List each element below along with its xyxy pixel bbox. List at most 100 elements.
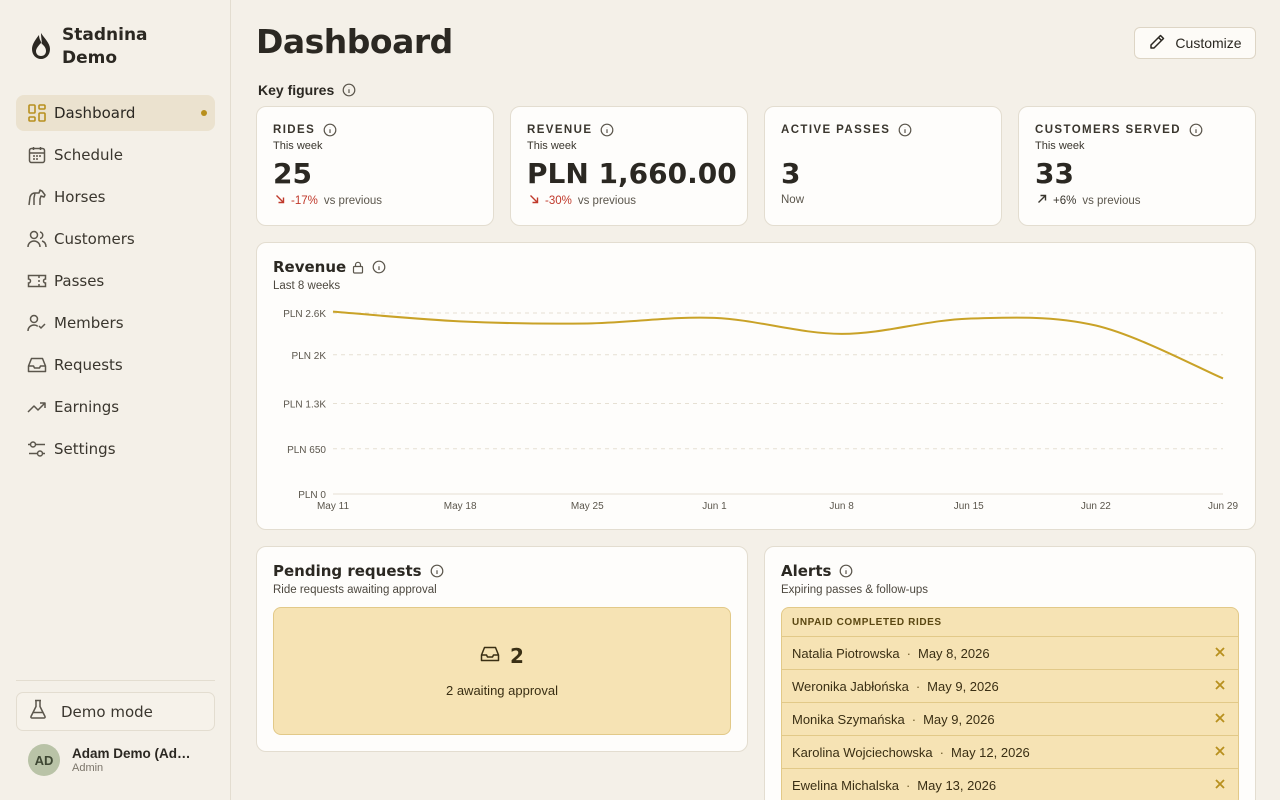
kpi-title: REVENUE — [527, 123, 614, 137]
info-icon[interactable] — [1189, 123, 1203, 137]
sidebar-item-label: Earnings — [54, 398, 120, 416]
alert-row[interactable]: Karolina Wojciechowska · May 12, 2026 — [782, 735, 1238, 768]
sidebar-item-earnings[interactable]: Earnings — [16, 389, 215, 425]
user-name: Adam Demo (Admin) — [72, 746, 196, 761]
customize-button[interactable]: Customize — [1134, 27, 1256, 59]
kpi-value: 3 — [781, 157, 801, 190]
dismiss-x-icon[interactable] — [1214, 712, 1226, 727]
pending-requests-card: Pending requests Ride requests awaiting … — [256, 546, 748, 752]
kpi-delta-value: -17% — [291, 194, 318, 207]
user-profile[interactable]: AD Adam Demo (Admin) Admin — [28, 744, 196, 776]
info-icon[interactable] — [323, 123, 337, 137]
dismiss-x-icon[interactable] — [1214, 745, 1226, 760]
unpaid-rides-alert: UNPAID COMPLETED RIDES Natalia Piotrowsk… — [781, 607, 1239, 800]
y-tick-label: PLN 2K — [292, 351, 327, 362]
kpi-title: ACTIVE PASSES — [781, 123, 912, 137]
ticket-icon — [27, 271, 47, 291]
flask-icon — [29, 699, 47, 724]
sidebar-divider — [16, 680, 215, 681]
x-tick-label: May 25 — [571, 501, 604, 512]
kpi-value: 33 — [1035, 157, 1074, 190]
inbox-icon — [480, 644, 500, 668]
info-icon[interactable] — [430, 564, 444, 578]
pending-requests-summary[interactable]: 2 2 awaiting approval — [273, 607, 731, 735]
sidebar-item-members[interactable]: Members — [16, 305, 215, 341]
alert-date: May 9, 2026 — [927, 678, 999, 694]
sidebar-item-settings[interactable]: Settings — [16, 431, 215, 467]
pending-requests-title: Pending requests — [273, 562, 444, 580]
brand[interactable]: Stadnina Demo — [30, 24, 172, 70]
sidebar-item-horses[interactable]: Horses — [16, 179, 215, 215]
alert-row[interactable]: Weronika Jabłońska · May 9, 2026 — [782, 669, 1238, 702]
active-indicator-dot — [201, 110, 207, 116]
sidebar-item-label: Customers — [54, 230, 135, 248]
separator-dot: · — [939, 744, 945, 760]
revenue-series-line — [332, 310, 1224, 380]
kpi-title-text: CUSTOMERS SERVED — [1035, 124, 1181, 136]
separator-dot: · — [911, 711, 917, 727]
info-icon[interactable] — [898, 123, 912, 137]
sidebar-item-label: Dashboard — [54, 104, 136, 122]
alert-date: May 8, 2026 — [918, 645, 990, 661]
alert-date: May 9, 2026 — [923, 711, 995, 727]
pending-title-text: Pending requests — [273, 562, 422, 580]
kpi-period: This week — [273, 140, 323, 152]
app-name: Stadnina Demo — [62, 25, 148, 68]
demo-mode-label: Demo mode — [61, 702, 153, 721]
separator-dot: · — [915, 678, 921, 694]
separator-dot: · — [906, 645, 911, 661]
kpi-delta-text: vs previous — [1082, 194, 1141, 207]
trend-up-icon — [1037, 194, 1047, 207]
customize-label: Customize — [1175, 35, 1242, 51]
sidebar-item-dashboard[interactable]: Dashboard — [16, 95, 215, 131]
alerts-title-text: Alerts — [781, 562, 832, 580]
x-tick-label: May 11 — [317, 501, 349, 512]
pending-count-value: 2 — [510, 644, 524, 668]
sidebar-item-schedule[interactable]: Schedule — [16, 137, 215, 173]
sidebar-item-passes[interactable]: Passes — [16, 263, 215, 299]
info-icon[interactable] — [600, 123, 614, 137]
kpi-title: RIDES — [273, 123, 337, 137]
x-tick-label: Jun 1 — [702, 501, 727, 512]
info-icon[interactable] — [839, 564, 853, 578]
dismiss-x-icon[interactable] — [1214, 679, 1226, 694]
alert-group-title: UNPAID COMPLETED RIDES — [792, 617, 942, 628]
dashboard-icon — [27, 103, 47, 123]
kpi-period: This week — [527, 140, 577, 152]
users-icon — [27, 229, 47, 249]
sidebar-item-customers[interactable]: Customers — [16, 221, 215, 257]
alert-customer-name: Monika Szymańska — [792, 711, 905, 727]
demo-mode-button[interactable]: Demo mode — [16, 692, 215, 731]
dismiss-x-icon[interactable] — [1214, 646, 1226, 661]
sidebar-nav: Dashboard Schedule Horses Customers Pass… — [16, 95, 215, 473]
sidebar-item-label: Requests — [54, 356, 123, 374]
kpi-card-customers-served: CUSTOMERS SERVED This week 33 +6% vs pre… — [1018, 106, 1256, 226]
sidebar-item-requests[interactable]: Requests — [16, 347, 215, 383]
alert-row[interactable]: Natalia Piotrowska · May 8, 2026 — [782, 636, 1238, 669]
y-tick-label: PLN 0 — [298, 490, 326, 501]
alert-row[interactable]: Ewelina Michalska · May 13, 2026 — [782, 768, 1238, 800]
x-tick-label: Jun 22 — [1081, 501, 1111, 512]
kpi-card-rides: RIDES This week 25 -17% vs previous — [256, 106, 494, 226]
alerts-title: Alerts — [781, 562, 853, 580]
revenue-line-chart: PLN 0 PLN 650 PLN 1.3K PLN 2K PLN 2.6K May 11… — [283, 309, 1238, 512]
kpi-delta-value: -30% — [545, 194, 572, 207]
alerts-card: Alerts Expiring passes & follow-ups UNPA… — [764, 546, 1256, 800]
kpi-title-text: REVENUE — [527, 124, 593, 136]
x-tick-label: Jun 15 — [954, 501, 984, 512]
kpi-title: CUSTOMERS SERVED — [1035, 123, 1203, 137]
alert-date: May 13, 2026 — [917, 777, 997, 793]
calendar-icon — [27, 145, 47, 165]
info-icon[interactable] — [342, 83, 356, 97]
dismiss-x-icon[interactable] — [1214, 778, 1226, 793]
horse-icon — [27, 187, 47, 207]
inbox-icon — [27, 355, 47, 375]
drop-logo-icon — [30, 32, 52, 65]
trend-down-icon — [529, 194, 539, 207]
kpi-delta: -30% vs previous — [529, 194, 636, 207]
sidebar: Stadnina Demo Dashboard Schedule Horses — [0, 0, 231, 800]
kpi-delta-text: Now — [781, 194, 805, 206]
alert-row[interactable]: Monika Szymańska · May 9, 2026 — [782, 702, 1238, 735]
kpi-value: PLN 1,660.00 — [527, 157, 737, 190]
x-tick-label: Jun 8 — [829, 501, 854, 512]
